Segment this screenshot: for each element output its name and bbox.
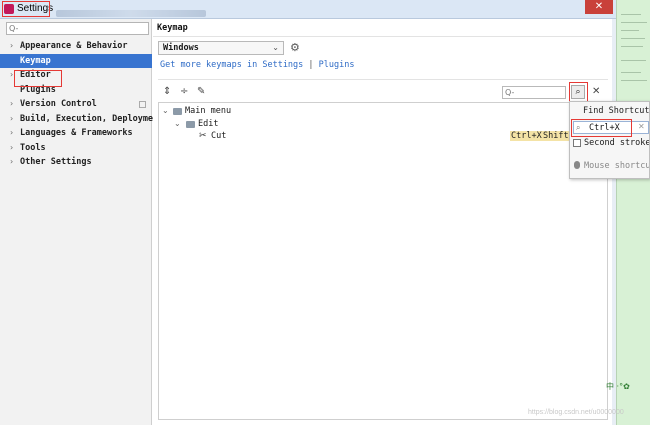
- ime-tools-icon: ·°✿: [616, 382, 630, 391]
- chevron-right-icon: ›: [10, 99, 14, 108]
- watermark: https://blog.csdn.net/u0000000: [528, 409, 624, 416]
- sidebar-item-label: Languages & Frameworks: [20, 128, 133, 138]
- chevron-right-icon: ›: [10, 41, 14, 50]
- action-filter-input[interactable]: Q-: [502, 86, 566, 99]
- page-title: Keymap: [157, 23, 188, 33]
- chevron-right-icon: ›: [10, 157, 14, 166]
- folder-icon: [186, 120, 195, 128]
- chevron-right-icon: ›: [10, 113, 14, 123]
- desktop-background: [616, 0, 650, 425]
- find-button-annotation-box: [569, 82, 588, 103]
- tree-row-edit[interactable]: ⌄ Edit: [159, 118, 607, 131]
- mouse-shortcut-label[interactable]: Mouse shortcut: [584, 161, 649, 171]
- tree-row-label: Edit: [198, 118, 219, 129]
- sidebar-item-label: Version Control: [20, 99, 97, 109]
- shortcut-input-annotation-box: [571, 119, 632, 137]
- sidebar-item-label: Build, Execution, Deployment: [20, 113, 164, 124]
- more-keymaps-link[interactable]: Get more keymaps in Settings: [160, 60, 303, 70]
- ime-indicator[interactable]: 中 ·°✿: [606, 381, 630, 392]
- popup-title: Find Shortcut: [583, 106, 650, 116]
- tree-row-label: Main menu: [185, 106, 232, 116]
- chevron-right-icon: ›: [10, 128, 14, 137]
- tree-row-cut[interactable]: ✂ Cut Ctrl+X Shift+: [159, 130, 607, 143]
- sidebar-item-label: Appearance & Behavior: [20, 41, 128, 51]
- keymap-annotation-box: [14, 70, 62, 87]
- sidebar-item-build[interactable]: › Build, Execution, Deployment: [0, 112, 163, 127]
- sidebar-item-label: Tools: [20, 142, 46, 153]
- divider: [153, 36, 612, 37]
- sidebar-item-keymap[interactable]: Keymap: [0, 53, 152, 68]
- sidebar-item-label: Other Settings: [20, 157, 92, 167]
- tree-row-main-menu[interactable]: ⌄ Main menu: [159, 105, 607, 118]
- settings-tree: › Appearance & Behavior Keymap › Editor …: [0, 39, 163, 170]
- search-icon: Q-: [505, 88, 515, 97]
- chevron-down-icon: ⌄: [272, 43, 279, 52]
- keymap-scheme-select[interactable]: Windows ⌄: [158, 41, 284, 55]
- second-stroke-checkbox[interactable]: [573, 139, 581, 147]
- chevron-right-icon: ›: [10, 70, 14, 79]
- second-stroke-label: Second stroke: [584, 138, 650, 148]
- expand-all-icon[interactable]: ⇕: [163, 86, 171, 97]
- keymap-panel: Keymap Windows ⌄ ⚙ Get more keymaps in S…: [153, 19, 612, 425]
- keymap-links: Get more keymaps in Settings | Plugins: [160, 60, 355, 70]
- project-settings-icon: [139, 101, 146, 108]
- chevron-down-icon: ⌄: [162, 106, 169, 115]
- title-bar: Settings ✕: [0, 0, 616, 19]
- mouse-icon: [574, 161, 580, 169]
- edit-pencil-icon[interactable]: ✎: [197, 86, 205, 97]
- close-window-button[interactable]: ✕: [585, 0, 613, 14]
- tree-row-label: Cut: [211, 131, 227, 141]
- folder-icon: [173, 108, 182, 115]
- collapse-all-icon[interactable]: ÷: [180, 86, 188, 97]
- find-shortcut-popup: Find Shortcut ⌕ Ctrl+X ✕ Second stroke M…: [569, 101, 650, 179]
- gear-icon[interactable]: ⚙: [290, 41, 300, 54]
- keymap-scheme-value: Windows: [163, 43, 199, 53]
- shortcut-badge: Ctrl+X: [510, 131, 543, 141]
- chevron-right-icon: ›: [10, 142, 14, 152]
- sidebar-item-appearance[interactable]: › Appearance & Behavior: [0, 39, 152, 54]
- ime-label: 中: [606, 382, 614, 391]
- blurred-tab-strip: [56, 10, 206, 17]
- sidebar-item-languages[interactable]: › Languages & Frameworks: [0, 126, 152, 141]
- settings-sidebar: Q- › Appearance & Behavior Keymap › Edit…: [0, 19, 163, 425]
- sidebar-item-version-control[interactable]: › Version Control: [0, 97, 152, 112]
- clear-filter-icon[interactable]: ✕: [592, 86, 600, 97]
- title-annotation-box: [2, 1, 50, 17]
- sidebar-item-tools[interactable]: › Tools: [0, 141, 152, 156]
- clear-icon[interactable]: ✕: [638, 122, 645, 131]
- keymap-tree: ⌄ Main menu ⌄ Edit ✂ Cut Ctrl+X Shift+: [158, 102, 608, 420]
- sidebar-search-input[interactable]: Q-: [6, 22, 149, 35]
- scissors-icon: ✂: [199, 131, 207, 141]
- search-icon: Q-: [9, 24, 19, 33]
- sidebar-item-other-settings[interactable]: › Other Settings: [0, 155, 152, 170]
- divider: [158, 79, 608, 80]
- sidebar-item-label: Keymap: [20, 55, 51, 66]
- plugins-link[interactable]: Plugins: [319, 60, 355, 70]
- chevron-down-icon: ⌄: [174, 118, 181, 128]
- link-separator: |: [308, 60, 314, 70]
